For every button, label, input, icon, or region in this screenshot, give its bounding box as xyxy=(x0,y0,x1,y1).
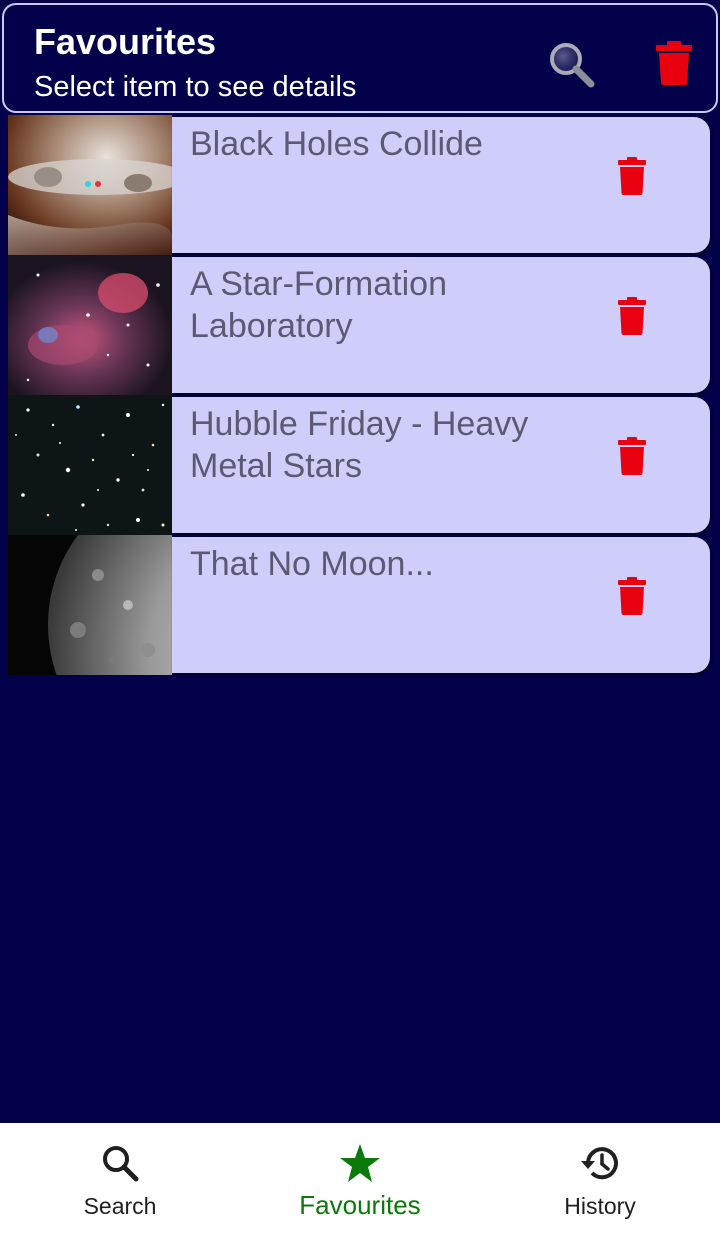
list-item[interactable]: Hubble Friday - Heavy Metal Stars xyxy=(8,395,710,535)
favourite-card[interactable]: Hubble Friday - Heavy Metal Stars xyxy=(172,397,710,533)
nav-favourites[interactable]: Favourites xyxy=(240,1123,480,1235)
nav-search[interactable]: Search xyxy=(0,1123,240,1235)
item-title: Hubble Friday - Heavy Metal Stars xyxy=(190,405,529,485)
star-icon xyxy=(340,1144,380,1182)
trash-icon xyxy=(618,297,646,335)
delete-item-button[interactable] xyxy=(618,577,646,615)
item-title: That No Moon... xyxy=(190,545,434,583)
favourites-list: Black Holes Collide A Star-Formation Lab… xyxy=(8,115,710,675)
app: Favourites Select item to see details Bl… xyxy=(0,0,720,1235)
search-icon xyxy=(103,1146,139,1182)
list-item[interactable]: That No Moon... xyxy=(8,535,710,675)
moon-thumbnail xyxy=(8,535,172,675)
nav-search-label: Search xyxy=(83,1193,157,1219)
delete-item-button[interactable] xyxy=(618,437,646,475)
item-title: Black Holes Collide xyxy=(190,125,483,163)
history-icon xyxy=(581,1147,618,1180)
list-item[interactable]: A Star-Formation Laboratory xyxy=(8,255,710,395)
list-item[interactable]: Black Holes Collide xyxy=(8,115,710,255)
star-cluster-thumbnail xyxy=(8,395,172,535)
item-title: A Star-Formation Laboratory xyxy=(190,265,447,345)
search-icon[interactable] xyxy=(546,39,596,89)
page-subtitle: Select item to see details xyxy=(34,71,357,103)
black-holes-thumbnail xyxy=(8,115,172,255)
favourite-card[interactable]: That No Moon... xyxy=(172,537,710,673)
delete-all-button[interactable] xyxy=(656,41,692,85)
bottom-navigation: Search Favourites History xyxy=(0,1123,720,1235)
trash-icon xyxy=(656,41,692,85)
nav-favourites-label: Favourites xyxy=(299,1190,421,1220)
trash-icon xyxy=(618,437,646,475)
nav-history[interactable]: History xyxy=(480,1123,720,1235)
nebula-thumbnail xyxy=(8,255,172,395)
trash-icon xyxy=(618,157,646,195)
delete-item-button[interactable] xyxy=(618,157,646,195)
favourite-card[interactable]: Black Holes Collide xyxy=(172,117,710,253)
page-title: Favourites xyxy=(34,21,217,62)
app-header: Favourites Select item to see details xyxy=(2,3,718,113)
nav-history-label: History xyxy=(564,1193,636,1219)
favourite-card[interactable]: A Star-Formation Laboratory xyxy=(172,257,710,393)
delete-item-button[interactable] xyxy=(618,297,646,335)
trash-icon xyxy=(618,577,646,615)
